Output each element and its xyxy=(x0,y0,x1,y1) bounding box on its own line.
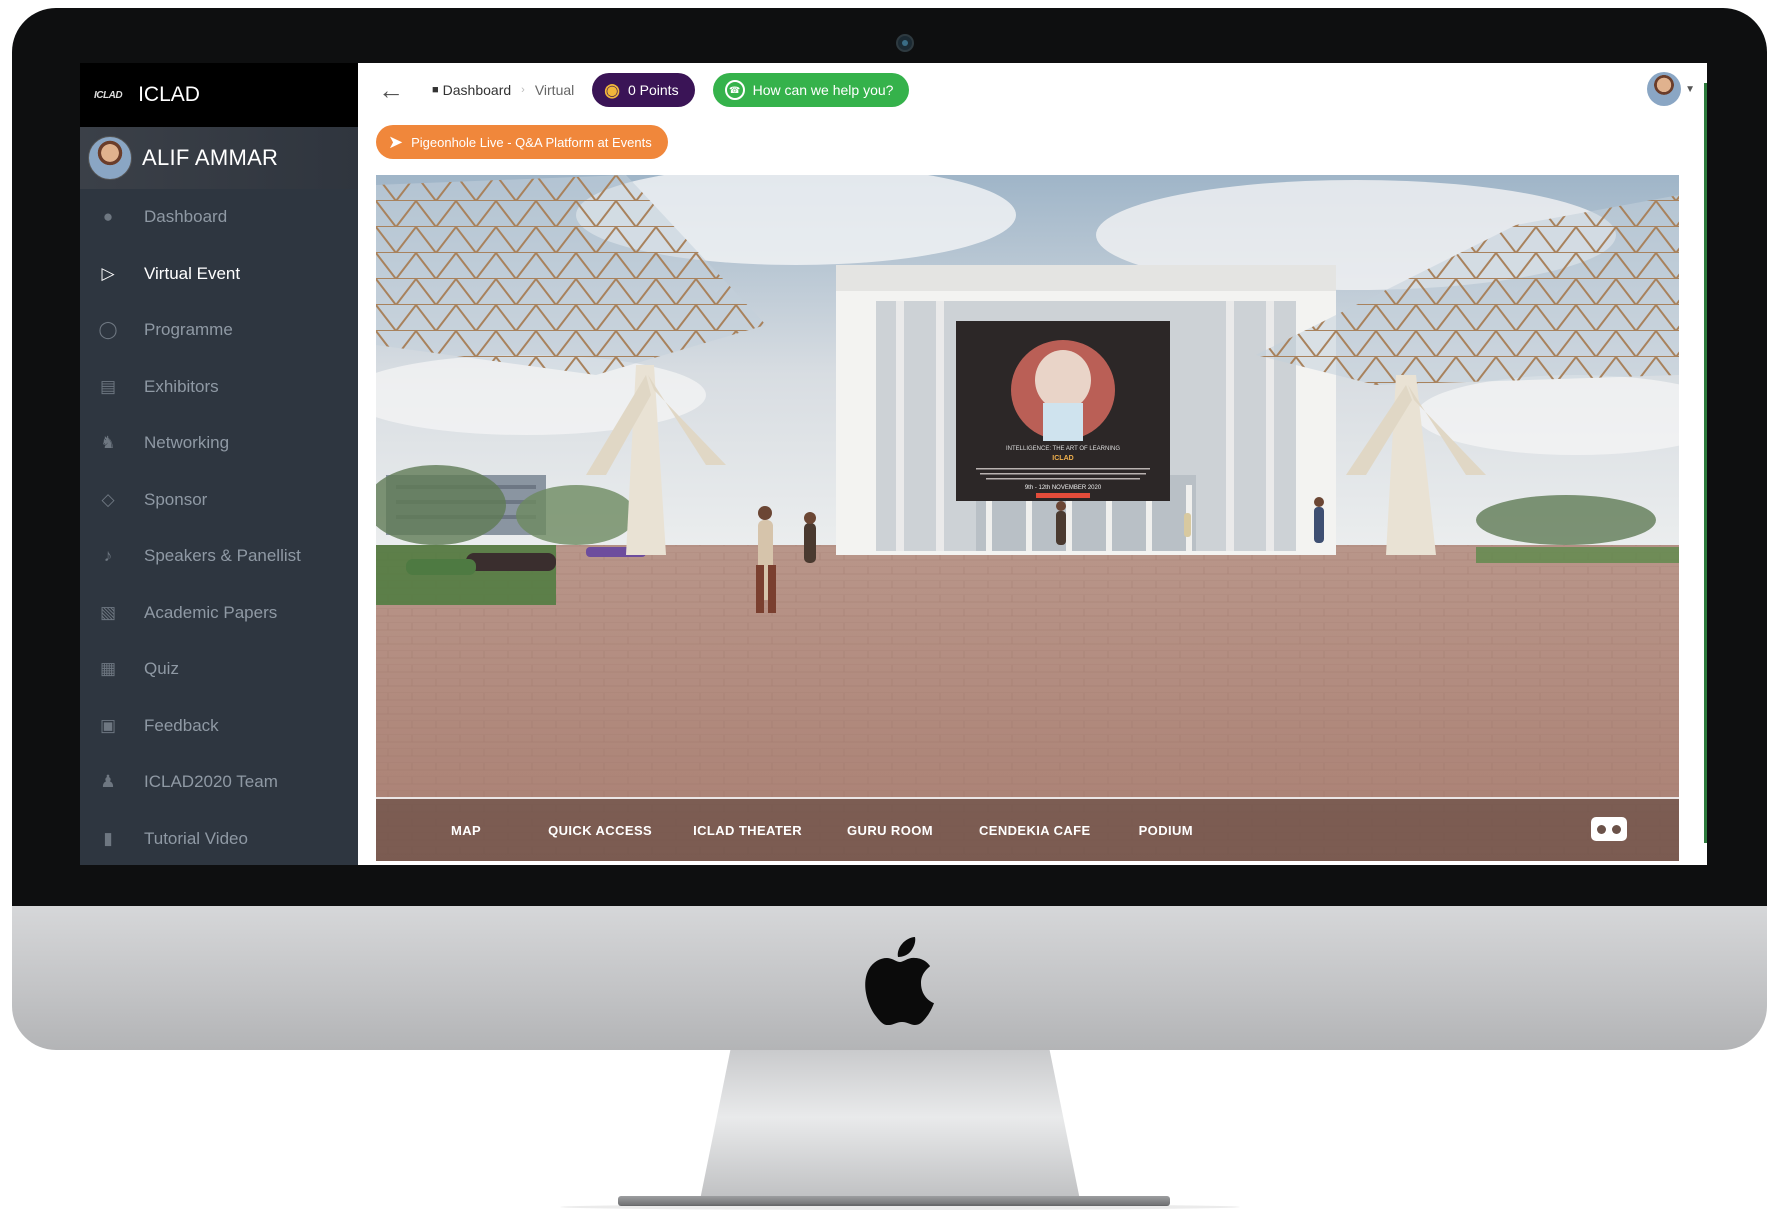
sidebar-item-academic-papers[interactable]: ▧ Academic Papers xyxy=(80,585,358,642)
whatsapp-icon: ☎ xyxy=(724,80,745,100)
book-icon: ▣ xyxy=(99,715,117,735)
scroll-icon: ▧ xyxy=(99,602,117,622)
user-profile[interactable]: ALIF AMMAR xyxy=(80,127,358,189)
chevron-down-icon: ▼ xyxy=(1685,83,1695,95)
nav-cendekia-cafe[interactable]: CENDEKIA CAFE xyxy=(979,823,1091,838)
sidebar-item-label: Academic Papers xyxy=(144,602,278,622)
sidebar-item-dashboard[interactable]: ● Dashboard xyxy=(80,189,358,246)
breadcrumb-home[interactable]: ■ Dashboard xyxy=(432,82,511,98)
nav-quick-access[interactable]: QUICK ACCESS xyxy=(548,823,652,838)
sidebar-item-label: ICLAD2020 Team xyxy=(144,772,278,792)
sidebar-item-team[interactable]: ♟ ICLAD2020 Team xyxy=(80,754,358,811)
medal-icon: ◉ xyxy=(604,79,620,100)
nav-map[interactable]: MAP xyxy=(451,823,481,838)
camera-icon xyxy=(896,34,914,52)
sidebar-item-label: Programme xyxy=(144,320,233,340)
sidebar-item-networking[interactable]: ♞ Networking xyxy=(80,415,358,472)
avatar xyxy=(88,136,132,180)
poster-title: INTELLIGENCE: THE ART OF LEARNING xyxy=(1006,446,1120,452)
user-name: ALIF AMMAR xyxy=(142,145,279,170)
nav-podium[interactable]: PODIUM xyxy=(1139,823,1193,838)
sidebar-item-label: Feedback xyxy=(144,715,219,735)
window-edge xyxy=(1704,83,1707,843)
home-icon: ■ xyxy=(432,84,439,96)
sidebar-item-feedback[interactable]: ▣ Feedback xyxy=(80,698,358,755)
points-button[interactable]: ◉ 0 Points xyxy=(592,73,695,107)
sidebar-item-label: Sponsor xyxy=(144,489,208,509)
venue-render: INTELLIGENCE: THE ART OF LEARNING ICLAD … xyxy=(376,175,1679,861)
team-icon: ♟ xyxy=(100,772,116,792)
sidebar: ICLAD ICLAD ALIF AMMAR ● Dashboard ▷ Vir… xyxy=(80,63,358,865)
nav-iclad-theater[interactable]: ICLAD THEATER xyxy=(693,823,802,838)
help-label: How can we help you? xyxy=(752,82,894,98)
breadcrumb-current: Virtual xyxy=(534,82,575,98)
sidebar-item-exhibitors[interactable]: ▤ Exhibitors xyxy=(80,359,358,416)
quiz-icon: ▦ xyxy=(99,659,117,679)
brand-name: ICLAD xyxy=(138,83,200,106)
microphone-icon: ♪ xyxy=(103,546,113,566)
poster-dates: 9th - 12th NOVEMBER 2020 xyxy=(1025,485,1102,491)
pigeonhole-button[interactable]: ➤ Pigeonhole Live - Q&A Platform at Even… xyxy=(376,125,668,159)
nav-guru-room[interactable]: GURU ROOM xyxy=(847,823,933,838)
sidebar-item-quiz[interactable]: ▦ Quiz xyxy=(80,641,358,698)
play-icon: ▷ xyxy=(101,263,115,283)
virtual-venue-viewer[interactable]: INTELLIGENCE: THE ART OF LEARNING ICLAD … xyxy=(376,175,1679,861)
store-icon: ▤ xyxy=(99,376,117,396)
sidebar-item-label: Virtual Event xyxy=(144,263,241,283)
sidebar-item-programme[interactable]: ◯ Programme xyxy=(80,302,358,359)
sidebar-item-virtual-event[interactable]: ▷ Virtual Event xyxy=(80,246,358,303)
sidebar-item-label: Exhibitors xyxy=(144,376,219,396)
avatar xyxy=(1647,72,1682,106)
clock-icon: ◯ xyxy=(98,320,118,340)
poster-logo: ICLAD xyxy=(1052,455,1073,462)
sidebar-item-label: Tutorial Video xyxy=(144,828,248,848)
user-menu[interactable]: ▼ xyxy=(1647,72,1695,106)
bird-icon: ➤ xyxy=(388,131,404,152)
brand-bar[interactable]: ICLAD ICLAD xyxy=(80,63,358,127)
robot-icon: ● xyxy=(102,207,114,227)
users-icon: ♞ xyxy=(100,433,116,453)
sidebar-item-label: Networking xyxy=(144,433,230,453)
points-label: 0 Points xyxy=(627,82,679,98)
breadcrumb-separator-icon: › xyxy=(521,84,525,96)
screen: ICLAD ICLAD ALIF AMMAR ● Dashboard ▷ Vir… xyxy=(80,63,1707,865)
brand-logo: ICLAD xyxy=(94,89,123,101)
video-icon: ▮ xyxy=(103,828,113,848)
gem-icon: ◇ xyxy=(101,489,115,509)
venue-navigation-bar: MAP QUICK ACCESS ICLAD THEATER GURU ROOM… xyxy=(376,797,1679,861)
sidebar-item-label: Dashboard xyxy=(144,207,228,227)
top-bar: ← ■ Dashboard › Virtual ◉ 0 Points ☎ How… xyxy=(358,63,1707,117)
sidebar-item-tutorial-video[interactable]: ▮ Tutorial Video xyxy=(80,811,358,866)
apple-logo-icon xyxy=(865,937,934,1025)
pigeonhole-label: Pigeonhole Live - Q&A Platform at Events xyxy=(411,134,652,150)
help-button[interactable]: ☎ How can we help you? xyxy=(712,73,910,107)
imac-stand xyxy=(700,1050,1080,1200)
sidebar-item-label: Speakers & Panellist xyxy=(144,546,301,566)
stand-shadow xyxy=(560,1204,1240,1210)
back-arrow-icon[interactable]: ← xyxy=(378,75,412,106)
sidebar-item-label: Quiz xyxy=(144,659,179,679)
sidebar-item-sponsor[interactable]: ◇ Sponsor xyxy=(80,472,358,529)
breadcrumb-home-label: Dashboard xyxy=(442,82,512,98)
vr-headset-icon[interactable] xyxy=(1591,817,1627,841)
sidebar-item-speakers[interactable]: ♪ Speakers & Panellist xyxy=(80,528,358,585)
